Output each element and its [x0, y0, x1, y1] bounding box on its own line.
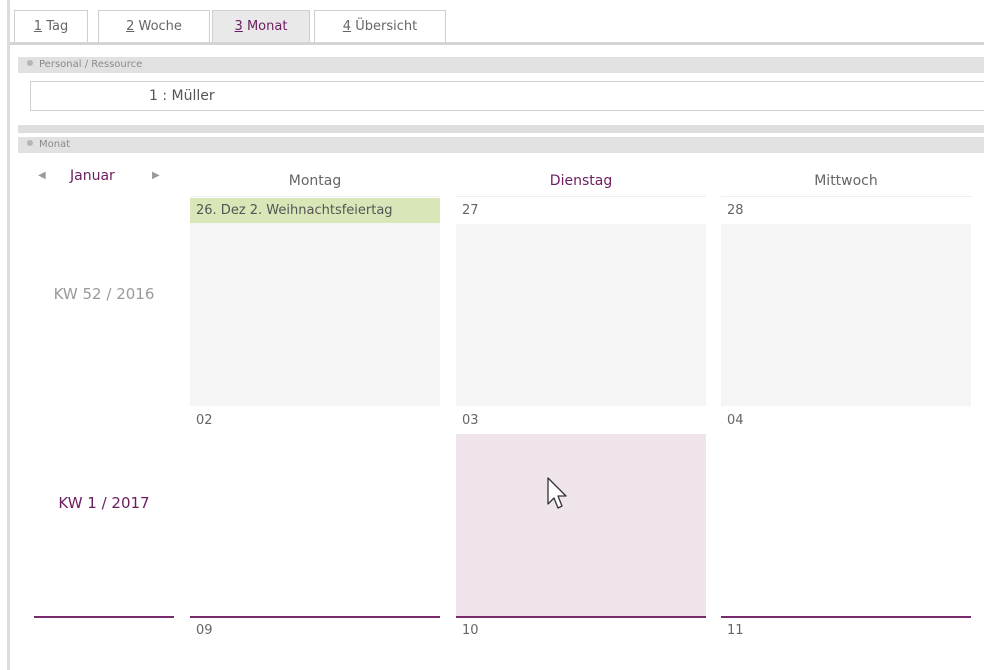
tab-tag-key: 1 [33, 19, 43, 34]
current-week-line [34, 616, 174, 618]
day-cell[interactable]: 04 [721, 408, 971, 616]
tab-monat-label: Monat [242, 19, 288, 34]
day-cell[interactable]: 09 [190, 618, 440, 670]
personal-section-title: Personal / Ressource [39, 59, 143, 70]
tab-uebersicht-label: Übersicht [351, 19, 418, 34]
window-left-border [7, 0, 10, 670]
day-number: 09 [196, 623, 213, 638]
day-cell[interactable]: 26. Dez 2. Weihnachtsfeiertag [190, 198, 440, 406]
day-number-bar: 03 [456, 408, 706, 434]
day-cell[interactable]: 02 [190, 408, 440, 616]
tab-uebersicht[interactable]: 4 Übersicht [314, 10, 446, 42]
day-header-underline [190, 196, 440, 197]
tab-monat-key: 3 [234, 19, 243, 34]
day-header-montag: Montag [288, 173, 342, 189]
tab-monat[interactable]: 3 Monat [212, 10, 310, 43]
day-number-bar [721, 198, 971, 224]
day-number: 11 [727, 623, 744, 638]
day-number: 04 [727, 413, 744, 428]
day-number: 28 [727, 203, 744, 218]
month-section-title: Monat [39, 139, 71, 150]
mouse-cursor-icon [547, 477, 567, 509]
month-navigator: ◀ Januar ▶ [34, 166, 174, 186]
day-number: 27 [462, 203, 479, 218]
tab-woche[interactable]: 2 Woche [98, 10, 210, 42]
resource-value: 1 : Müller [149, 88, 215, 104]
week-label-current[interactable]: KW 1 / 2017 [34, 494, 174, 512]
month-label: Januar [70, 168, 115, 184]
tab-uebersicht-key: 4 [342, 19, 352, 34]
day-header-mittwoch: Mittwoch [814, 173, 878, 189]
day-number: 02 [196, 413, 213, 428]
section-divider [18, 125, 984, 133]
day-header-underline [721, 196, 971, 197]
day-number: 10 [462, 623, 479, 638]
collapse-dot-icon[interactable] [27, 140, 33, 146]
tab-woche-label: Woche [134, 19, 182, 34]
week-label[interactable]: KW 52 / 2016 [34, 285, 174, 303]
day-header-underline [456, 196, 706, 197]
triangle-left-icon[interactable]: ◀ [38, 166, 46, 186]
resource-field[interactable]: 1 : Müller [30, 81, 984, 111]
day-cell-selected[interactable] [456, 434, 706, 616]
triangle-right-icon[interactable]: ▶ [152, 166, 160, 186]
holiday-label: 26. Dez 2. Weihnachtsfeiertag [190, 198, 440, 223]
day-cell[interactable]: 10 [456, 618, 706, 670]
day-number-bar [456, 198, 706, 224]
month-section-header: Monat [18, 137, 984, 153]
tab-tag[interactable]: 1 Tag [14, 10, 88, 42]
collapse-dot-icon[interactable] [27, 60, 33, 66]
day-cell[interactable]: 27 [456, 198, 706, 406]
day-cell[interactable]: 11 [721, 618, 971, 670]
personal-section-header: Personal / Ressource [18, 57, 984, 73]
day-number: 03 [462, 413, 479, 428]
tab-tag-label: Tag [42, 19, 69, 34]
tab-strip-divider [10, 42, 984, 45]
day-cell[interactable]: 28 [721, 198, 971, 406]
day-header-dienstag: Dienstag [549, 173, 613, 189]
